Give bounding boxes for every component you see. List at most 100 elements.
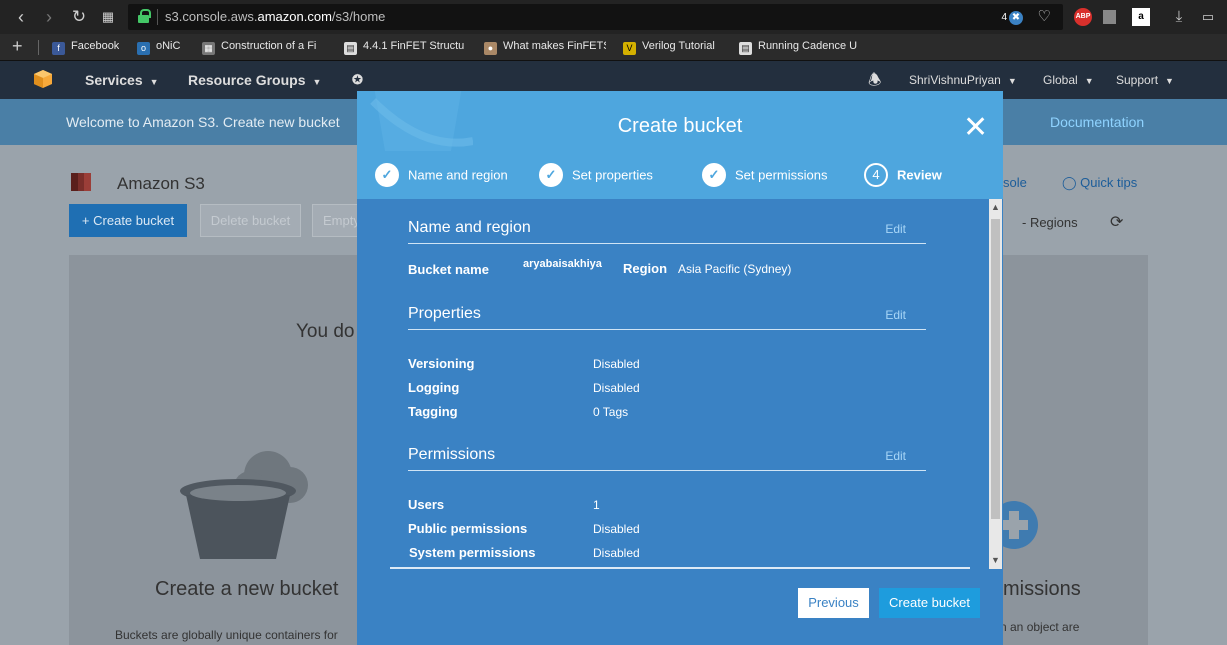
services-menu[interactable]: Services ▼ bbox=[85, 72, 159, 88]
services-label: Services bbox=[85, 72, 143, 88]
bookmark-label: oNiC bbox=[156, 40, 181, 52]
logging-value: Disabled bbox=[593, 381, 640, 395]
page-title: Amazon S3 bbox=[117, 174, 205, 193]
support-label: Support bbox=[1116, 73, 1159, 87]
amazon-icon[interactable]: a bbox=[1132, 8, 1150, 26]
section-divider bbox=[408, 329, 926, 330]
person-icon: ● bbox=[484, 42, 497, 55]
step-label: Set properties bbox=[572, 167, 653, 183]
region-menu[interactable]: Global ▼ bbox=[1043, 73, 1094, 87]
bookmark-divider bbox=[38, 40, 39, 55]
bookmark-label: Construction of a Fi bbox=[221, 40, 317, 52]
create-bucket-submit-button[interactable]: Create bucket bbox=[879, 588, 980, 618]
delete-bucket-button[interactable]: Delete bucket bbox=[200, 204, 301, 237]
properties-section: Properties Edit Versioning Disabled Logg… bbox=[408, 305, 926, 419]
pin-icon[interactable]: ✪ bbox=[352, 72, 363, 88]
bookmark-finfet-structure[interactable]: ▤ 4.4.1 FinFET Structu bbox=[344, 40, 468, 55]
url-text: s3.console.aws.amazon.com/s3/home bbox=[165, 9, 385, 24]
tagging-value: 0 Tags bbox=[593, 405, 629, 419]
heart-icon[interactable]: ♡ bbox=[1038, 7, 1051, 25]
bookmark-finfets[interactable]: ● What makes FinFETS bbox=[484, 40, 606, 55]
bookmark-label: Facebook bbox=[71, 40, 120, 52]
url-prefix: s3.console.aws. bbox=[165, 9, 258, 24]
scroll-thumb[interactable] bbox=[991, 219, 1000, 519]
console-link[interactable]: sole bbox=[1003, 175, 1027, 190]
resource-groups-menu[interactable]: Resource Groups ▼ bbox=[188, 72, 321, 88]
bucket-name-key: Bucket name bbox=[408, 262, 489, 277]
scroll-down-icon[interactable]: ▼ bbox=[989, 554, 1002, 567]
address-bar[interactable]: s3.console.aws.amazon.com/s3/home 4 ✖ ♡ bbox=[128, 4, 1063, 30]
user-label: ShriVishnuPriyan bbox=[909, 73, 1001, 87]
speed-dial-icon[interactable]: ▦ bbox=[97, 6, 119, 28]
forward-icon[interactable]: › bbox=[38, 6, 60, 28]
review-scrollbar[interactable]: ▲ ▼ bbox=[989, 199, 1002, 569]
check-icon: ✓ bbox=[539, 163, 563, 187]
reload-icon[interactable]: ↻ bbox=[68, 6, 90, 28]
modal-title: Create bucket bbox=[617, 115, 743, 137]
add-bookmark-icon[interactable]: + bbox=[12, 36, 23, 57]
step-review[interactable]: 4 Review bbox=[864, 163, 942, 187]
back-icon[interactable]: ‹ bbox=[10, 6, 32, 28]
documentation-link[interactable]: Documentation bbox=[1050, 114, 1144, 130]
bookmark-label: 4.4.1 FinFET Structu bbox=[363, 40, 465, 52]
refresh-icon[interactable]: ⟳ bbox=[1110, 212, 1123, 232]
permissions-description: n an object are bbox=[1000, 620, 1080, 634]
url-path: /s3/home bbox=[331, 9, 386, 24]
step-name-and-region[interactable]: ✓ Name and region bbox=[375, 163, 508, 187]
battery-icon[interactable]: ▭ bbox=[1199, 8, 1217, 26]
bookmark-cadence[interactable]: ▤ Running Cadence U bbox=[739, 40, 861, 55]
shield-icon: ✖ bbox=[1009, 11, 1023, 25]
public-permissions-value: Disabled bbox=[593, 522, 640, 536]
regions-label: - Regions bbox=[1022, 215, 1078, 230]
create-new-bucket-description: Buckets are globally unique containers f… bbox=[115, 628, 338, 642]
public-permissions-key: Public permissions bbox=[408, 521, 528, 536]
extension-icon[interactable] bbox=[1103, 10, 1116, 24]
create-bucket-button[interactable]: + Create bucket bbox=[69, 204, 187, 237]
create-bucket-modal: Create bucket ✕ ✓ Name and region ✓ Set pr… bbox=[357, 91, 1003, 645]
permissions-section: Permissions Edit Users 1 Public permissi… bbox=[408, 446, 926, 566]
step-label: Set permissions bbox=[735, 167, 828, 183]
adblock-icon[interactable]: ABP bbox=[1074, 8, 1092, 26]
edit-properties-link[interactable]: Edit bbox=[885, 308, 906, 322]
quick-tips-link[interactable]: ◯ Quick tips bbox=[1062, 175, 1137, 191]
edit-name-region-link[interactable]: Edit bbox=[885, 222, 906, 236]
section-divider bbox=[408, 243, 926, 244]
modal-header: Create bucket ✕ ✓ Name and region ✓ Set pr… bbox=[357, 91, 1003, 199]
lightbulb-icon: ◯ bbox=[1062, 175, 1081, 190]
blocked-counter[interactable]: 4 ✖ bbox=[1001, 9, 1023, 25]
previous-button[interactable]: Previous bbox=[798, 588, 869, 618]
browser-toolbar: ‹ › ↻ ▦ s3.console.aws.amazon.com/s3/hom… bbox=[0, 0, 1227, 34]
section-divider bbox=[408, 470, 926, 471]
check-icon: ✓ bbox=[375, 163, 399, 187]
step-label: Name and region bbox=[408, 167, 508, 183]
bookmark-verilog[interactable]: V Verilog Tutorial bbox=[623, 40, 715, 55]
s3-bucket-icon bbox=[71, 173, 91, 191]
globe-icon: ▦ bbox=[202, 42, 215, 55]
aws-cube-icon[interactable] bbox=[33, 69, 53, 89]
versioning-key: Versioning bbox=[408, 356, 475, 371]
empty-bucket-button[interactable]: Empty bbox=[312, 204, 362, 237]
logging-key: Logging bbox=[408, 380, 460, 395]
edit-permissions-link[interactable]: Edit bbox=[885, 449, 906, 463]
onic-icon: o bbox=[137, 42, 150, 55]
download-icon[interactable]: ⤓ bbox=[1170, 8, 1188, 26]
system-permissions-key: System permissions bbox=[409, 545, 536, 560]
welcome-text: Welcome to Amazon S3. Create new bucket bbox=[66, 114, 340, 130]
close-icon[interactable]: ✕ bbox=[963, 113, 988, 143]
step-set-properties[interactable]: ✓ Set properties bbox=[539, 163, 653, 187]
bookmark-facebook[interactable]: f Facebook bbox=[52, 40, 119, 55]
document-icon: ▤ bbox=[739, 42, 752, 55]
section-title: Properties bbox=[408, 305, 481, 322]
user-menu[interactable]: ShriVishnuPriyan ▼ bbox=[909, 73, 1017, 87]
step-set-permissions[interactable]: ✓ Set permissions bbox=[702, 163, 827, 187]
region-key: Region bbox=[623, 261, 668, 276]
chevron-down-icon: ▼ bbox=[1165, 76, 1174, 86]
bookmark-construction[interactable]: ▦ Construction of a Fi bbox=[202, 40, 327, 55]
bucket-name-value: aryabaisakhiya bbox=[523, 258, 602, 270]
support-menu[interactable]: Support ▼ bbox=[1116, 73, 1174, 87]
bookmark-onic[interactable]: o oNiC bbox=[137, 40, 180, 55]
bookmark-label: What makes FinFETS bbox=[503, 40, 606, 52]
footer-divider bbox=[390, 567, 970, 569]
scroll-up-icon[interactable]: ▲ bbox=[989, 201, 1002, 214]
chevron-down-icon: ▼ bbox=[149, 77, 159, 87]
